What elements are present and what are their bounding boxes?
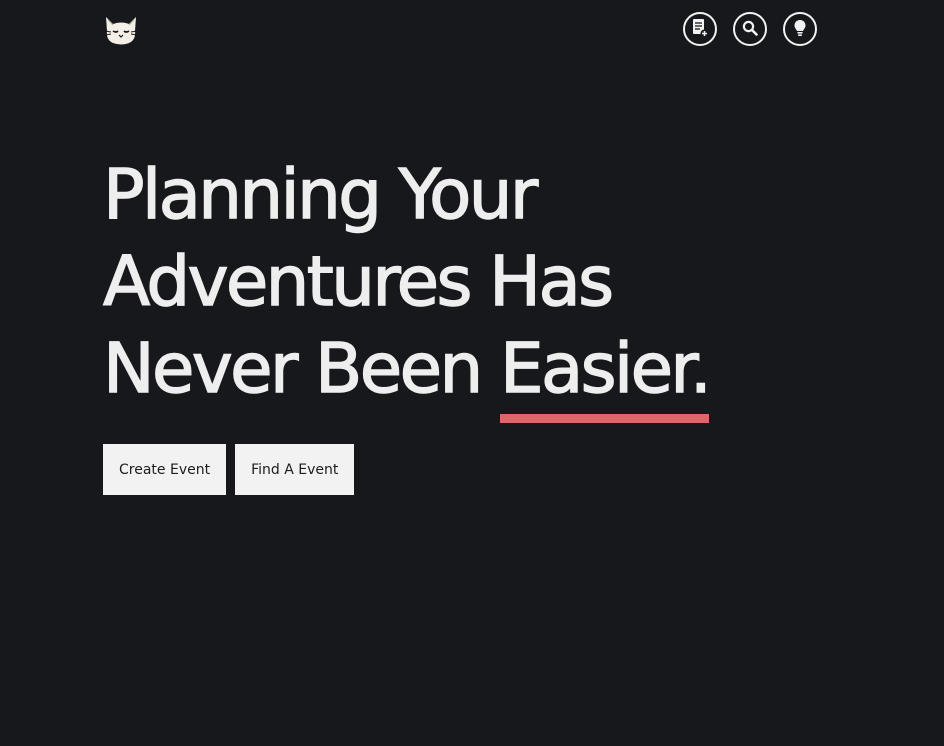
cat-logo-icon[interactable]	[103, 13, 139, 47]
hero-line-2: Adventures Has	[102, 241, 615, 322]
accent-underline	[499, 414, 710, 423]
landing-page: Planning Your Adventures Has Never Been …	[0, 0, 944, 746]
find-event-button[interactable]: Find A Event	[235, 444, 355, 495]
lightbulb-icon	[793, 19, 807, 40]
hero-accent-word: Easier.	[499, 326, 712, 423]
hero-line-3: Never Been Easier.	[102, 326, 712, 423]
hero-headline: Planning Your Adventures Has Never Been …	[102, 152, 712, 423]
ideas-button[interactable]	[783, 12, 817, 46]
new-document-button[interactable]	[683, 12, 717, 46]
hero-line-3-prefix: Never Been	[102, 328, 500, 409]
hero-line-1: Planning Your	[102, 154, 539, 235]
document-add-icon	[691, 18, 709, 41]
hero-accent-text: Easier.	[499, 328, 712, 409]
create-event-button[interactable]: Create Event	[103, 444, 227, 495]
hero-actions: Create Event Find A Event	[103, 444, 355, 495]
search-icon	[742, 20, 758, 39]
header-nav	[683, 12, 817, 46]
search-button[interactable]	[733, 12, 767, 46]
